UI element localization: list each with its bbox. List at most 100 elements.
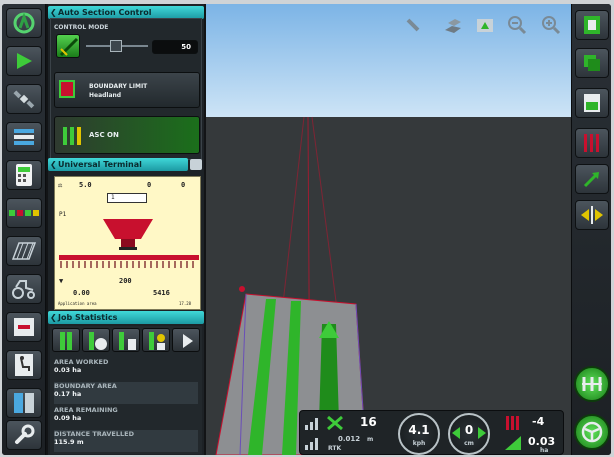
navigation-arrow-icon[interactable] (6, 46, 42, 76)
stat-row-area-worked: AREA WORKED 0.03 ha (54, 358, 198, 380)
signal-icon-2 (305, 438, 318, 450)
offline-distance-gauge: 0 cm (448, 413, 490, 455)
field-layout-icon[interactable] (575, 88, 609, 118)
screen: ❮ Auto Section Control CONTROL MODE 50 B… (2, 4, 611, 455)
universal-terminal-screen[interactable]: ⚖ 5.0 0 0 1 P1 ▼ 200 0.00 5416 Applicati… (54, 176, 201, 310)
boom-sections-icon[interactable] (6, 198, 42, 228)
offline-distance-unit: cm (464, 440, 474, 447)
job-stats-tab-operator[interactable] (142, 328, 170, 352)
job-stats-tab-time[interactable] (82, 328, 110, 352)
job-stats-title: Job Statistics (58, 313, 118, 322)
map-layers-icon[interactable] (575, 48, 609, 78)
spreader-icon (103, 219, 153, 250)
ut-p-label: P1 (59, 211, 67, 218)
ut-panel-title: Universal Terminal (58, 160, 142, 169)
map-view[interactable] (206, 4, 571, 455)
gps-accuracy-unit: m (367, 436, 374, 443)
status-bar: 16 0.012 m RTK 4.1 kph 0 cm -4 0.03 ha (299, 410, 564, 455)
ut-expand-icon[interactable] (190, 159, 202, 170)
stat-row-boundary-area: BOUNDARY AREA 0.17 ha (54, 382, 198, 404)
layers-icon[interactable] (6, 122, 42, 152)
tractor-icon[interactable] (6, 274, 42, 304)
job-stats-tab-area[interactable] (52, 328, 80, 352)
slider-value: 50 (181, 43, 191, 51)
ut-line1-value: 5.0 (79, 181, 92, 189)
ut-funnel-icon: ▼ (59, 277, 64, 285)
warning-tile-icon[interactable] (6, 312, 42, 342)
signal-icon (305, 418, 318, 430)
speed-unit: kph (412, 440, 426, 447)
wrench-icon[interactable] (6, 420, 42, 450)
gps-accuracy: 0.012 (338, 435, 361, 443)
ut-bottom-value: 0.00 (73, 289, 90, 297)
speed-gauge: 4.1 kph (398, 413, 440, 455)
field-hatch-icon[interactable] (6, 236, 42, 266)
speed-value: 4.1 (408, 423, 430, 437)
asc-on-button[interactable]: ASC ON (54, 116, 200, 154)
area-rate-icon (505, 436, 521, 450)
stat-key: BOUNDARY AREA (54, 382, 117, 390)
stat-value: 0.03 ha (54, 366, 82, 374)
ut-field-value: 1 (111, 194, 115, 201)
field-view-icon[interactable] (474, 14, 496, 36)
slider-value-box[interactable]: 50 (152, 40, 198, 54)
side-panels: ❮ Auto Section Control CONTROL MODE 50 B… (48, 4, 204, 455)
ut-footer-left: Application area (58, 301, 97, 306)
red-sections-icon (506, 416, 519, 430)
calculator-icon[interactable] (6, 160, 42, 190)
correction-type: RTK (328, 445, 342, 452)
slider-thumb[interactable] (110, 40, 122, 52)
red-bars-icon[interactable] (575, 128, 609, 158)
collapse-arrow-icon: ❮ (50, 313, 57, 322)
boundary-limit-value: Headland (89, 92, 122, 99)
steering-wheel-icon[interactable] (574, 414, 610, 450)
job-stats-panel: AREA WORKED 0.03 ha BOUNDARY AREA 0.17 h… (50, 326, 202, 454)
offline-distance-value: 0 (464, 423, 474, 437)
control-mode-label: CONTROL MODE (54, 24, 109, 31)
ut-speed-value: 200 (119, 277, 132, 285)
satellite-icon[interactable] (6, 84, 42, 114)
section-value: -4 (532, 415, 545, 428)
stat-value: 0.09 ha (54, 414, 82, 422)
control-mode-icon[interactable] (56, 34, 80, 58)
boundary-limit-button[interactable]: BOUNDARY LIMIT Headland (54, 72, 200, 108)
ut-scale-icon: ⚖ (58, 181, 63, 189)
asc-panel-title: Auto Section Control (58, 8, 152, 17)
zoom-out-icon[interactable] (506, 14, 528, 36)
zoom-in-icon[interactable] (540, 14, 562, 36)
stat-row-distance-travelled: DISTANCE TRAVELLED 115.9 m (54, 430, 198, 452)
stat-key: AREA REMAINING (54, 406, 118, 414)
asc-on-label: ASC ON (89, 131, 119, 139)
satellite-count: 16 (360, 415, 377, 429)
ut-footer-right: 17.28 (179, 301, 192, 306)
stat-key: AREA WORKED (54, 358, 109, 366)
boundary-limit-label: BOUNDARY LIMIT (89, 83, 148, 90)
cabinet-icon[interactable] (6, 388, 42, 418)
screen-layout-icon[interactable] (575, 10, 609, 40)
ut-line1-mid: 0 (147, 181, 152, 189)
sections-auto-icon[interactable] (574, 366, 610, 402)
tracking-arrow-icon[interactable] (575, 164, 609, 194)
ut-bottom-right-value: 5416 (153, 289, 170, 297)
boundary-icon (59, 80, 75, 98)
guidance-logo-icon[interactable] (6, 8, 42, 38)
seat-icon[interactable] (6, 350, 42, 380)
left-sidebar (2, 4, 46, 455)
satellite-status-icon (327, 415, 343, 431)
rate-unit: ha (540, 447, 549, 454)
job-stats-tab-fuel[interactable] (112, 328, 140, 352)
stat-value: 0.17 ha (54, 390, 82, 398)
ut-panel-header[interactable]: ❮ Universal Terminal (48, 158, 188, 171)
right-sidebar (571, 4, 611, 455)
stat-row-area-remaining: AREA REMAINING 0.09 ha (54, 406, 198, 428)
stat-value: 115.9 m (54, 438, 84, 446)
pin-icon[interactable] (402, 14, 424, 36)
stat-key: DISTANCE TRAVELLED (54, 430, 134, 438)
sections-icon (63, 127, 81, 145)
job-stats-next-button[interactable] (172, 328, 200, 352)
tile-view-icon[interactable] (442, 14, 464, 36)
field-guidance-graphic (215, 116, 367, 455)
boom-bar-icon (59, 255, 199, 268)
job-stats-header[interactable]: ❮ Job Statistics (48, 311, 204, 324)
shift-arrows-icon[interactable] (575, 200, 609, 230)
